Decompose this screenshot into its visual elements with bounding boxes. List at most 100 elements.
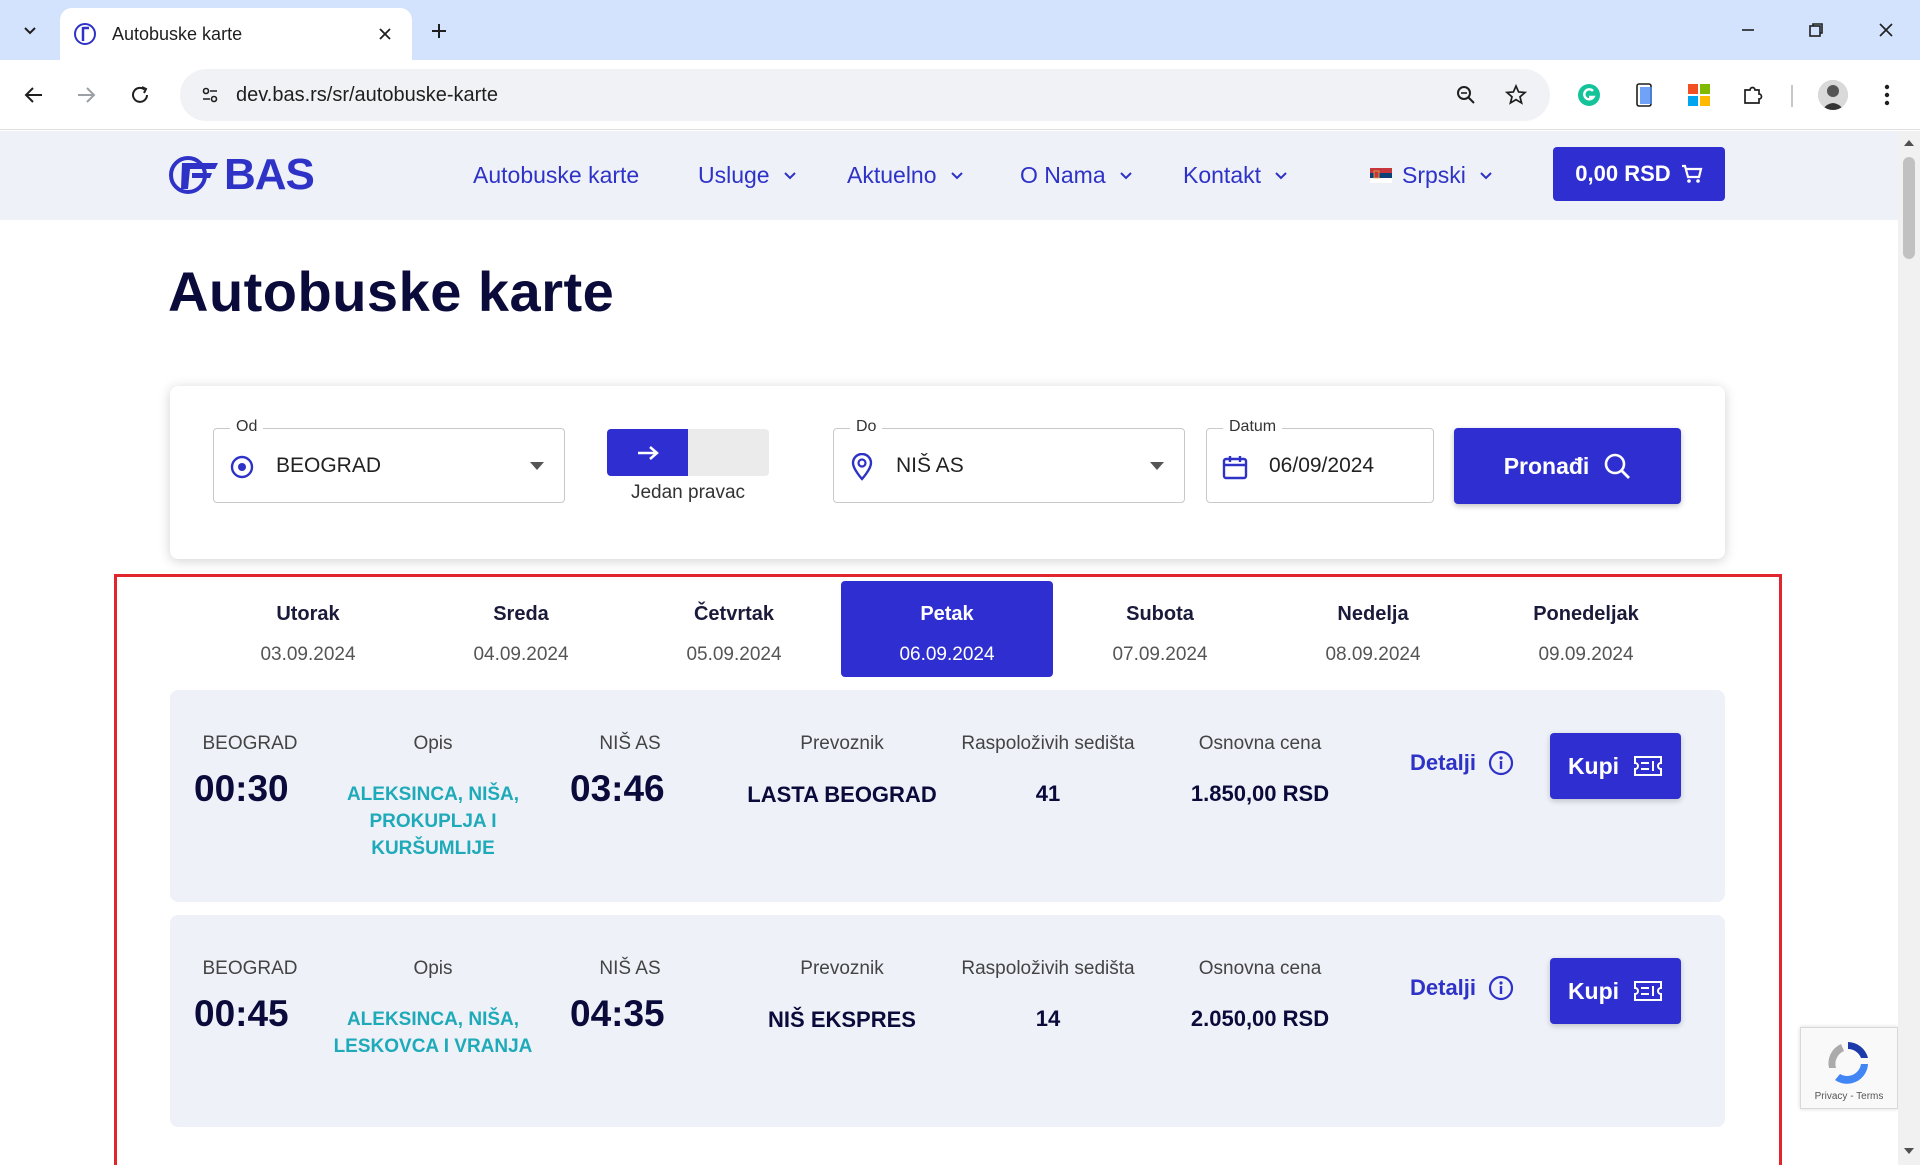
bas-logo[interactable]: BAS [168,149,315,201]
scroll-up-icon[interactable] [1903,137,1915,149]
date-label: Datum [1223,418,1283,436]
day-tab[interactable]: Sreda 04.09.2024 [415,581,627,677]
day-tab[interactable]: Četvrtak 05.09.2024 [628,581,840,677]
recaptcha-links[interactable]: Privacy - Terms [1801,1091,1897,1102]
cart-button[interactable]: 0,00 RSD [1553,147,1725,201]
buy-label: Kupi [1567,752,1620,779]
language-selector[interactable]: Srpski [1370,131,1492,220]
nav-o-nama[interactable]: O Nama [1020,131,1132,220]
chevron-down-icon [950,171,963,180]
trip-card: BEOGRAD 00:45 Opis ALEKSINCA, NIŠA, LESK… [170,915,1725,1127]
day-tab[interactable]: Utorak 03.09.2024 [202,581,414,677]
nav-usluge[interactable]: Usluge [698,131,796,220]
shopping-cart-icon [1681,164,1703,184]
tab-title: Autobuske karte [112,23,243,44]
buy-button[interactable]: Kupi [1550,958,1681,1024]
search-panel: Od BEOGRAD Jedan pravac Do NIŠ AS Datum [170,386,1725,559]
browser-menu-kebab-icon[interactable] [1870,78,1904,112]
search-button[interactable]: Pronađi [1454,428,1681,504]
nav-autobuske-karte[interactable]: Autobuske karte [473,131,639,220]
cart-total: 0,00 RSD [1575,161,1671,186]
day-tab[interactable]: Nedelja 08.09.2024 [1267,581,1479,677]
day-name: Utorak [276,603,340,625]
date-value: 06/09/2024 [1269,454,1375,477]
map-pin-icon [848,453,876,481]
profile-avatar[interactable] [1818,80,1848,110]
microsoft-extension-icon[interactable] [1682,78,1716,112]
direction-toggle[interactable] [607,429,769,476]
route-description[interactable]: ALEKSINCA, NIŠA, LESKOVCA I VRANJA [333,1006,533,1060]
day-tab[interactable]: Subota 07.09.2024 [1054,581,1266,677]
bookmark-star-icon[interactable] [1502,81,1530,109]
day-name: Sreda [493,603,549,625]
reload-icon[interactable] [120,75,160,115]
from-value: BEOGRAD [276,454,382,477]
route-label: Opis [413,733,453,754]
to-field[interactable]: Do NIŠ AS [833,418,1185,503]
recaptcha-badge[interactable]: Privacy - Terms [1800,1027,1898,1109]
nav-aktuelno[interactable]: Aktuelno [847,131,963,220]
day-name: Petak [920,603,974,625]
to-station-label: NIŠ AS [599,733,661,754]
zoom-icon[interactable] [1452,81,1480,109]
day-date: 04.09.2024 [473,644,569,665]
to-value: NIŠ AS [896,454,964,477]
day-name: Subota [1126,603,1194,625]
restore-icon[interactable] [1796,10,1836,50]
price-label: Osnovna cena [1198,733,1322,754]
address-bar[interactable]: dev.bas.rs/sr/autobuske-karte [180,69,1550,121]
details-link[interactable]: Detalji [1410,975,1514,1001]
day-selector: Utorak 03.09.2024 Sreda 04.09.2024 Četvr… [202,581,1692,677]
day-date: 06.09.2024 [899,644,995,665]
price-value: 2.050,00 RSD [1190,1006,1330,1031]
grammarly-extension-icon[interactable] [1572,78,1606,112]
page-viewport: BAS Autobuske karte Usluge Aktuelno O Na… [0,131,1898,1165]
to-label: Do [850,418,883,436]
scroll-thumb[interactable] [1903,157,1915,259]
day-tab[interactable]: Ponedeljak 09.09.2024 [1480,581,1692,677]
phone-extension-icon[interactable] [1628,78,1662,112]
minimize-icon[interactable] [1728,10,1768,50]
browser-tab[interactable]: Autobuske karte [60,8,412,60]
tab-close-icon[interactable] [372,21,398,47]
close-window-icon[interactable] [1866,10,1906,50]
language-label: Srpski [1402,162,1466,188]
tab-search-chevron-icon[interactable] [10,12,50,48]
from-field[interactable]: Od BEOGRAD [213,418,565,503]
from-label: Od [230,418,264,436]
nav-label: Aktuelno [847,162,937,188]
seats-value: 41 [1035,781,1061,806]
buy-button[interactable]: Kupi [1550,733,1681,799]
route-description[interactable]: ALEKSINCA, NIŠA, PROKUPLJA I KURŠUMLIJE [333,781,533,862]
toolbar-divider [1791,85,1793,107]
seats-value: 14 [1035,1006,1061,1031]
departure-time: 00:30 [194,768,289,809]
nav-label: O Nama [1020,162,1106,188]
serbian-flag-icon [1370,168,1392,183]
back-arrow-icon[interactable] [14,75,54,115]
scroll-down-icon[interactable] [1903,1145,1915,1157]
extensions-puzzle-icon[interactable] [1736,78,1770,112]
new-tab-plus-icon[interactable] [422,14,456,48]
details-label: Detalji [1410,975,1477,1000]
site-info-icon[interactable] [192,77,228,113]
nav-label: Kontakt [1183,162,1261,188]
nav-kontakt[interactable]: Kontakt [1183,131,1287,220]
page-scrollbar[interactable] [1898,131,1920,1165]
carrier-label: Prevoznik [800,733,884,754]
chevron-down-icon [1480,171,1492,180]
day-tab-active[interactable]: Petak 06.09.2024 [841,581,1053,677]
date-field[interactable]: Datum 06/09/2024 [1206,418,1434,503]
seats-label: Raspoloživih sedišta [961,733,1135,754]
chevron-down-icon [1119,171,1132,180]
day-date: 09.09.2024 [1538,644,1634,665]
arrival-time: 03:46 [570,768,665,809]
page-title: Autobuske karte [168,260,615,323]
arrival-time: 04:35 [570,993,665,1034]
search-icon [1603,452,1631,480]
browser-toolbar: dev.bas.rs/sr/autobuske-karte [0,60,1920,130]
details-link[interactable]: Detalji [1410,750,1514,776]
forward-arrow-icon[interactable] [66,75,106,115]
seats-label: Raspoloživih sedišta [961,958,1135,979]
carrier-name: NIŠ EKSPRES [768,1007,916,1032]
